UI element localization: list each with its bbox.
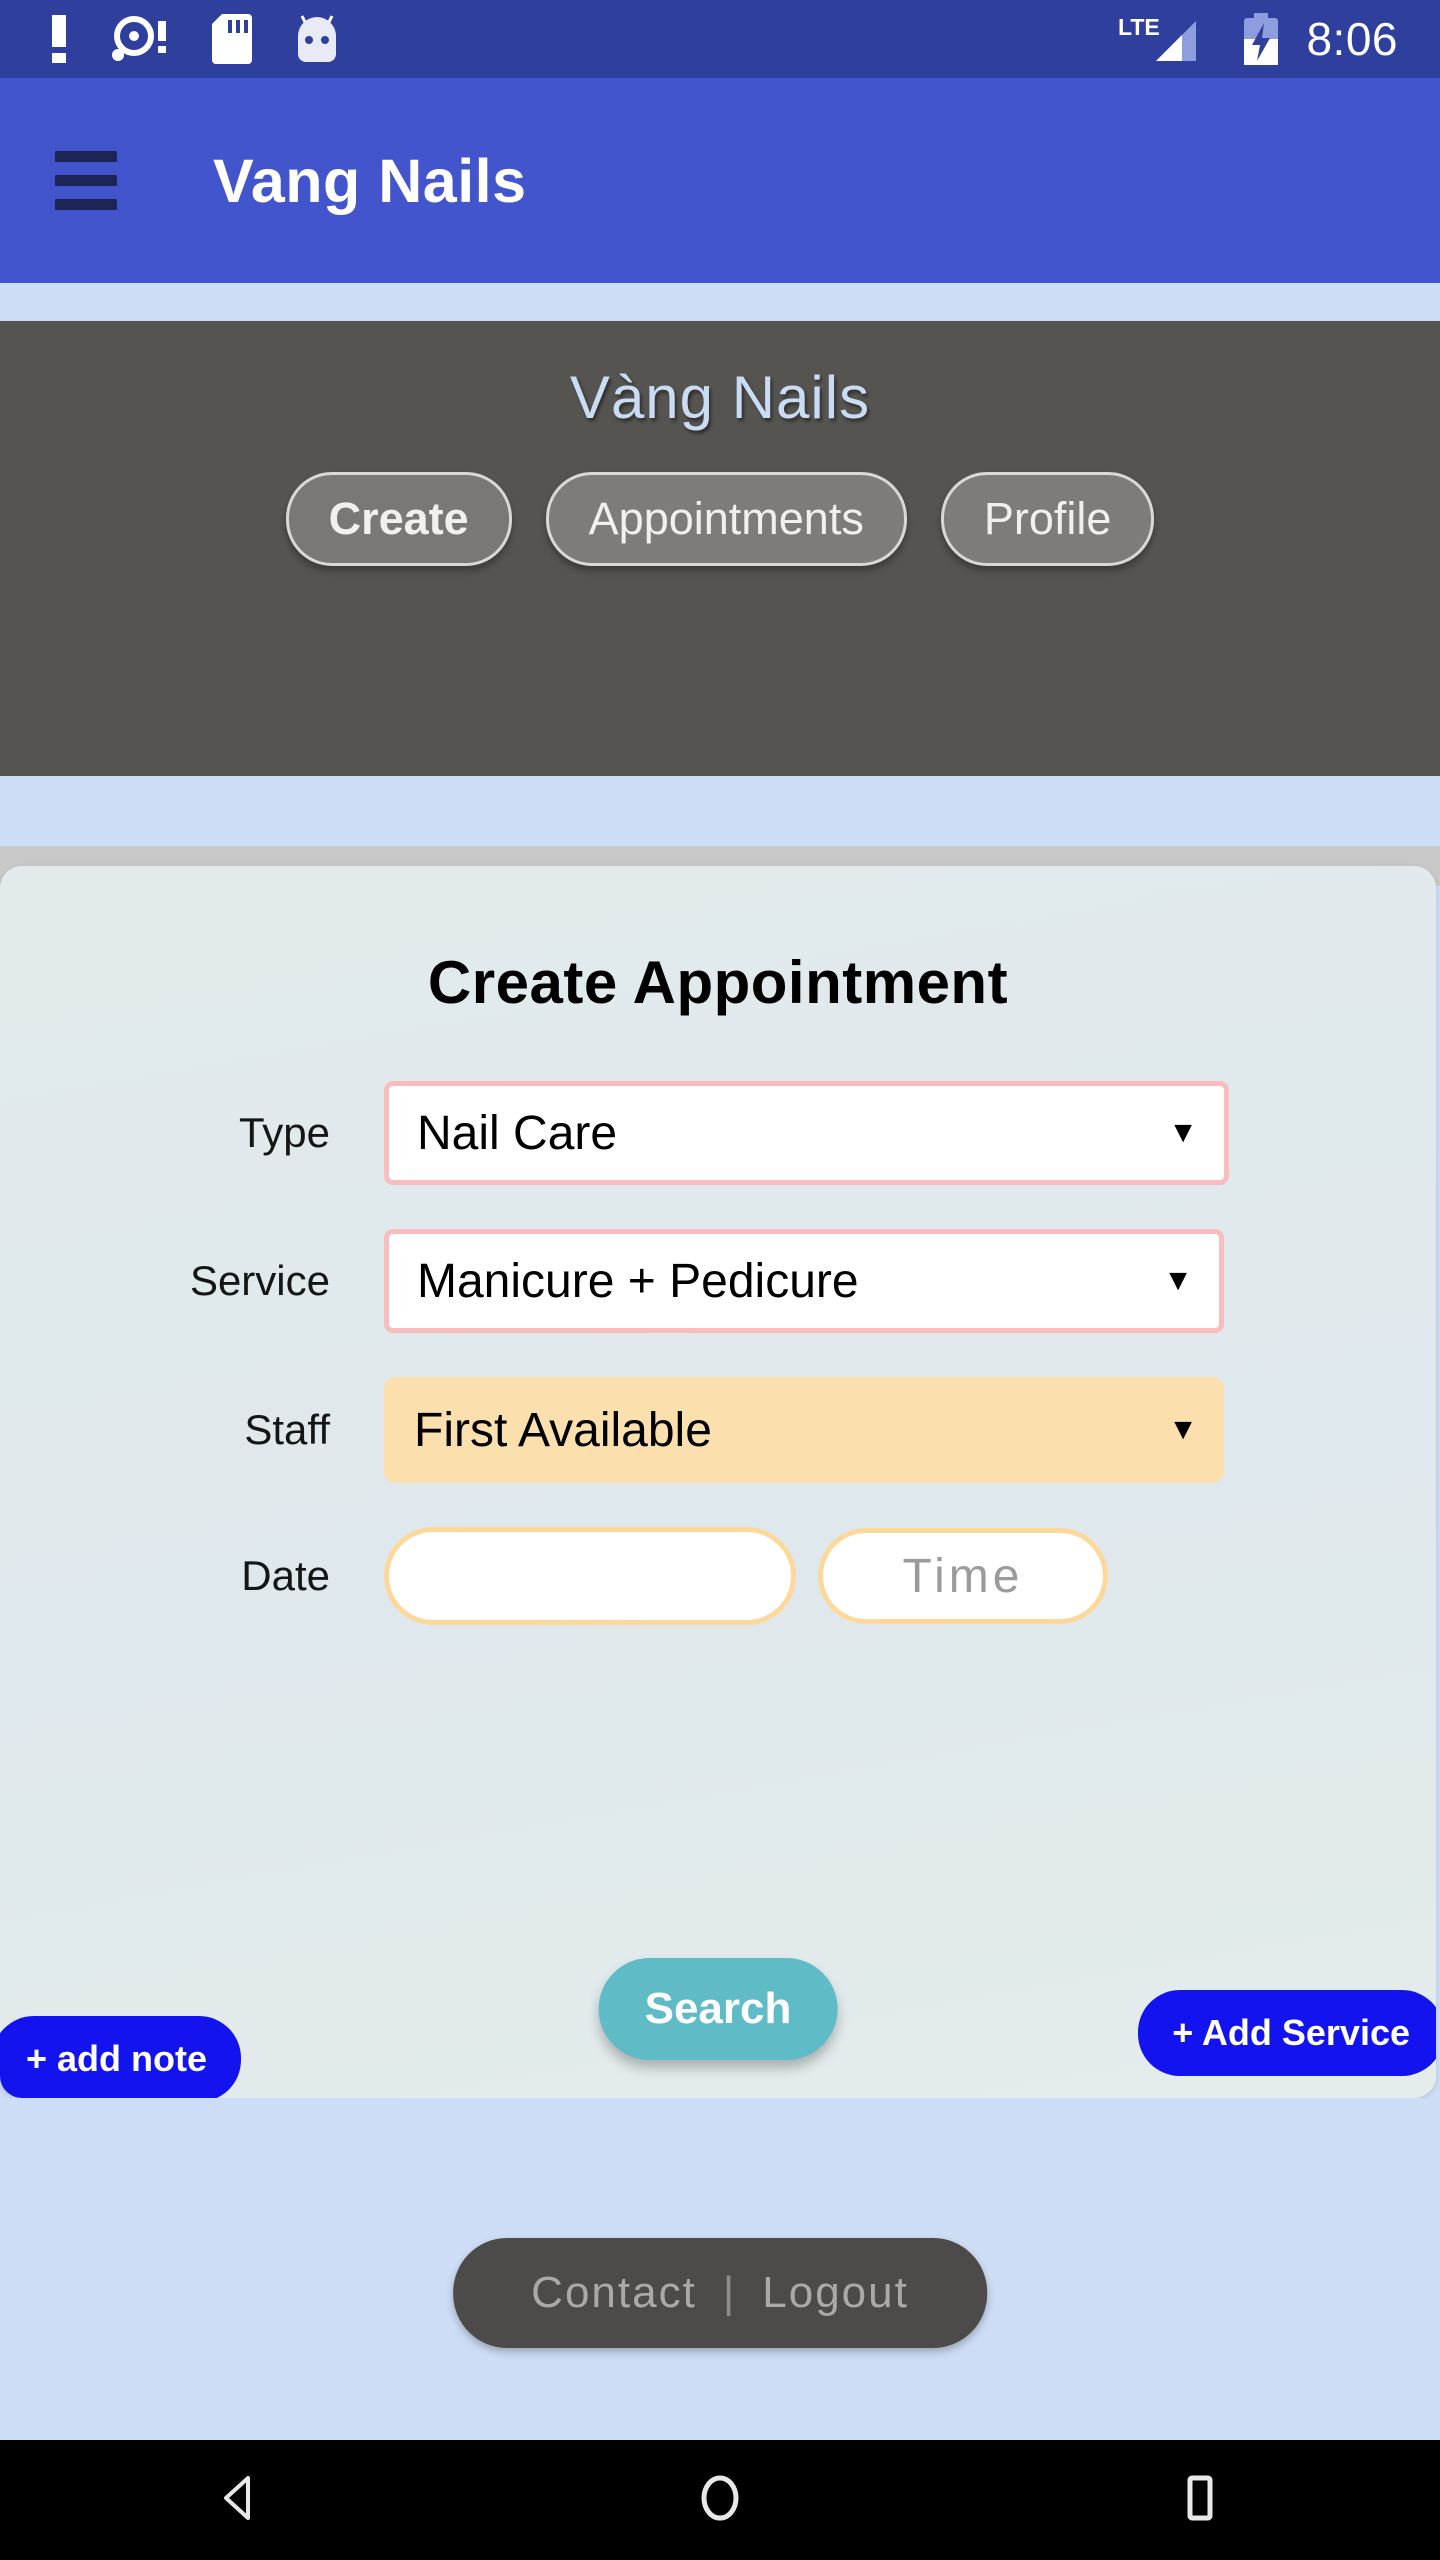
band-below-appbar [0,283,1440,321]
footer-links: Contact | Logout [453,2238,987,2348]
home-circle-icon[interactable] [692,2470,748,2531]
add-service-button[interactable]: + Add Service [1138,1990,1436,2076]
back-triangle-icon[interactable] [212,2470,268,2531]
status-bar: LTE 8:06 [0,0,1440,78]
appointment-form: Type Nail Care ▼ Service Manicure + Pedi… [0,1081,1436,1625]
hero-tabs: Create Appointments Profile [0,472,1440,566]
chevron-down-icon: ▼ [1163,1264,1193,1297]
time-input[interactable]: Time [818,1528,1108,1624]
date-label: Date [241,1552,330,1599]
recents-square-icon[interactable] [1172,2470,1228,2531]
status-bar-notification-icons [48,14,342,64]
logout-link[interactable]: Logout [762,2268,909,2318]
app-title: Vang Nails [213,146,527,215]
svg-text:LTE: LTE [1118,14,1160,40]
card-action-buttons: + add note Search + Add Service [0,1918,1436,2098]
type-select-value: Nail Care [417,1106,618,1160]
date-time-group: Time [384,1527,1108,1625]
staff-select-value: First Available [414,1403,712,1457]
type-label: Type [238,1109,330,1156]
salon-name: Vàng Nails [569,364,871,431]
status-bar-system-icons: LTE 8:06 [1118,12,1398,66]
staff-label: Staff [244,1406,330,1453]
type-select[interactable]: Nail Care ▼ [384,1081,1229,1185]
footer-area: Contact | Logout [0,2098,1440,2440]
footer-separator: | [722,2268,737,2317]
app-bar: Vang Nails [0,78,1440,283]
form-row-type: Type Nail Care ▼ [0,1081,1436,1185]
tab-appointments[interactable]: Appointments [545,472,907,566]
service-select[interactable]: Manicure + Pedicure ▼ [384,1229,1224,1333]
disc-alert-icon [112,16,166,61]
warning-exclamation-icon [52,15,66,63]
date-time-field-wrap: Time [384,1527,1108,1625]
create-appointment-card: Create Appointment Type Nail Care ▼ Serv… [0,866,1436,2098]
sd-card-icon [212,14,252,64]
form-row-staff: Staff First Available ▼ [0,1377,1436,1483]
status-bar-clock: 8:06 [1306,13,1398,65]
contact-link[interactable]: Contact [531,2268,697,2318]
type-field-wrap: Nail Care ▼ [384,1081,1229,1185]
android-navigation-bar [0,2440,1440,2560]
form-row-date-time: Date Time [0,1527,1436,1625]
hero-banner: Vàng Nails Create Appointments Profile [0,321,1440,776]
staff-field-wrap: First Available ▼ [384,1377,1224,1483]
add-note-button[interactable]: + add note [0,2016,242,2098]
date-input[interactable] [384,1527,796,1625]
hamburger-menu-icon[interactable] [55,151,117,210]
tab-create[interactable]: Create [285,472,512,566]
android-head-icon [298,15,336,62]
form-row-service: Service Manicure + Pedicure ▼ [0,1229,1436,1333]
band-below-hero [0,776,1440,846]
tab-profile[interactable]: Profile [940,472,1155,566]
battery-charging-icon [1244,13,1279,65]
lte-signal-icon: LTE [1118,14,1197,61]
service-label: Service [189,1257,330,1304]
chevron-down-icon: ▼ [1168,1413,1198,1446]
page-title: Create Appointment [427,949,1009,1016]
chevron-down-icon: ▼ [1168,1116,1198,1149]
phone-screen: LTE 8:06 Vang Nails Vàng Nails Create Ap… [0,0,1440,2560]
service-select-value: Manicure + Pedicure [417,1254,859,1308]
staff-select[interactable]: First Available ▼ [384,1377,1224,1483]
service-field-wrap: Manicure + Pedicure ▼ [384,1229,1224,1333]
search-button[interactable]: Search [598,1958,838,2060]
